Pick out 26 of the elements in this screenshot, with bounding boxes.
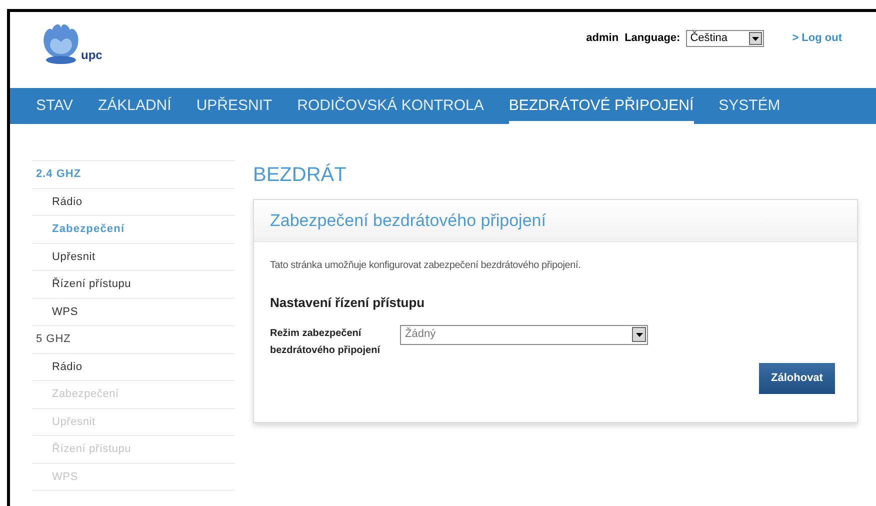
sidebar-item[interactable]: Rádio [32, 354, 235, 381]
sidebar-item[interactable]: Upřesnit [32, 244, 235, 271]
sidebar-item[interactable]: WPS [32, 298, 235, 326]
save-button[interactable]: Zálohovat [759, 362, 835, 394]
sidebar-group[interactable]: 2.4 GHZ [32, 161, 235, 188]
nav-tab[interactable]: UPŘESNIT [196, 88, 272, 124]
logout-link[interactable]: > Log out [792, 30, 842, 47]
section-heading: Nastavení řízení přístupu [270, 294, 426, 312]
sidebar-item[interactable]: Rádio [32, 188, 235, 216]
description: Tato stránka umožňuje konfigurovat zabezpečení bezdrátového připojení. [270, 259, 582, 273]
sidebar-item[interactable]: Řízení přístupu [32, 271, 235, 298]
nav-tab[interactable]: BEZDRÁTOVÉ PŘIPOJENÍ [508, 88, 694, 124]
sidebar-item[interactable]: Zabezpečení [32, 216, 235, 244]
nav-tab[interactable]: STAV [36, 88, 73, 124]
username: admin [586, 31, 619, 46]
language-select[interactable]: Čeština [686, 30, 764, 47]
nav-tab[interactable]: SYSTÉM [718, 88, 780, 124]
nav-tab[interactable]: ZÁKLADNÍ [98, 88, 172, 124]
sidebar-group[interactable]: 5 GHZ [32, 326, 235, 354]
field-label: Režim zabezpečení bezdrátového připojení [270, 326, 382, 358]
page-title: BEZDRÁT [253, 163, 348, 187]
card-title: Zabezpečení bezdrátového připojení [270, 210, 546, 232]
security-mode-select[interactable]: Žádný [400, 324, 648, 344]
nav-tab[interactable]: RODIČOVSKÁ KONTROLA [297, 88, 484, 124]
language-label: Language: [624, 31, 680, 46]
logo-text: upc [81, 47, 102, 64]
